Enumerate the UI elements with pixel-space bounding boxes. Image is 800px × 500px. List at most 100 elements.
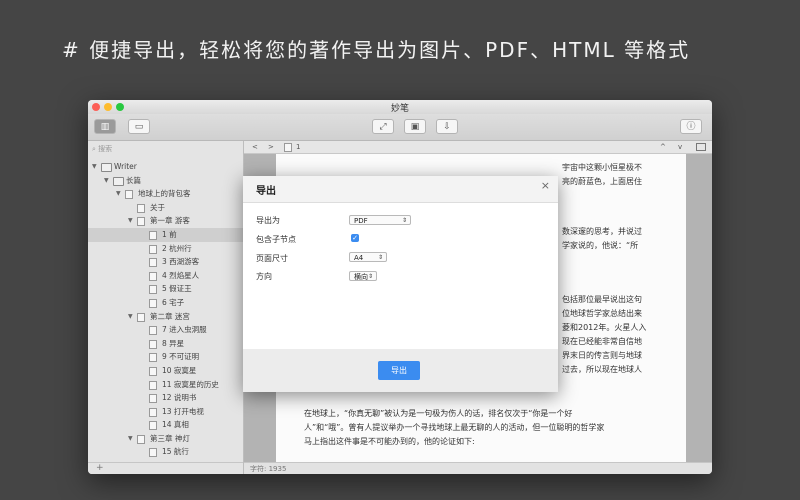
export-button[interactable]: 导出 [378,361,420,380]
tree-item-label: 15 航行 [162,447,189,457]
tree-item-label: 6 宅子 [162,297,185,307]
export-toolbar-button[interactable]: ⇩ [436,119,458,134]
sidebar-toggle-button[interactable]: ▥ [94,119,116,134]
tree-item[interactable]: 4 烈焰星人 [88,269,243,283]
tree-item[interactable]: 10 寂寞星 [88,364,243,378]
disclosure-triangle-icon[interactable]: ▼ [92,160,97,174]
add-item-button[interactable]: + [88,462,243,474]
export-format-value: PDF [354,217,368,225]
tree-item[interactable]: 13 打开电视 [88,405,243,419]
fullscreen-button[interactable]: ⤢ [372,119,394,134]
export-format-select[interactable]: PDF ⇕ [349,215,411,225]
tree-item-label: 第三章 神灯 [150,433,190,443]
document-icon [149,339,157,349]
disclosure-triangle-icon[interactable]: ▼ [104,174,109,188]
preview-button[interactable]: ▣ [404,119,426,134]
tree-item[interactable]: 1 前 [88,227,243,242]
tree-item[interactable]: 15 航行 [88,445,243,459]
tree-item[interactable]: 关于 [88,201,243,215]
document-icon [284,143,292,152]
document-icon [149,394,157,404]
document-icon [149,421,157,431]
document-icon [137,434,145,444]
chevron-updown-icon: ⇕ [367,273,373,280]
tree-item-label: 第二章 迷宫 [150,311,190,321]
preview-icon: ▣ [410,122,420,132]
tree-item-label: 14 真相 [162,420,189,430]
promo-headline: # 便捷导出，轻松将您的著作导出为图片、PDF、HTML 等格式 [62,38,691,62]
expand-icon: ⤢ [379,122,387,132]
tree-item-label: 5 假证王 [162,284,192,294]
editor-nav-bar: < > 1 ^ v [244,141,712,154]
tree-item-label: 4 烈焰星人 [162,270,200,280]
export-dialog: 导出 × 导出为 PDF ⇕ 包含子节点 ✓ 页面尺寸 A4 ⇕ 方向 横向 ⇕… [243,176,558,392]
tree-item-label: 第一章 游客 [150,216,190,226]
tree-item-label: 13 打开电视 [162,406,204,416]
orientation-select[interactable]: 横向 ⇕ [349,271,377,281]
tree-item-label: 2 杭州行 [162,243,192,253]
document-text-line: 包括那位最早说出这句 [562,295,642,304]
include-children-checkbox[interactable]: ✓ [351,234,359,242]
tree-item-label: 10 寂寞星 [162,365,197,375]
tree-item[interactable]: 6 宅子 [88,296,243,310]
document-text-line: 宇宙中这颗小恒星极不 [562,163,642,172]
page-size-select[interactable]: A4 ⇕ [349,252,387,262]
document-icon [137,203,145,213]
document-text-line: 菱和2012年。火星人入 [562,323,647,332]
close-icon[interactable]: × [541,179,550,192]
layout-icon[interactable] [696,143,706,151]
tree-item[interactable]: ▼ 第三章 神灯 [88,432,243,446]
tree-item[interactable]: 8 异星 [88,337,243,351]
document-icon [125,190,133,200]
disclosure-triangle-icon[interactable]: ▼ [128,214,133,228]
document-icon [149,407,157,417]
tree-item[interactable]: ▼ 第二章 迷宫 [88,310,243,324]
tree-item-label: 1 前 [162,229,177,239]
tree-item[interactable]: 2 杭州行 [88,242,243,256]
document-icon [137,312,145,322]
tree-item[interactable]: ▼ 第一章 游客 [88,214,243,228]
document-text-line: 在地球上，“你真无聊”被认为是一句极为伤人的话，排名仅次于“你是一个好 [304,409,573,418]
tree-item[interactable]: 11 寂寞星的历史 [88,378,243,392]
include-children-label: 包含子节点 [256,235,296,244]
forward-button[interactable]: > [268,141,274,153]
download-icon: ⇩ [443,122,451,132]
tree-item[interactable]: 3 西湖游客 [88,255,243,269]
tree-item[interactable]: ▼ Writer [88,160,243,174]
dialog-title: 导出 [256,186,276,197]
editor-mode-button[interactable]: ▭ [128,119,150,134]
document-icon [149,271,157,281]
checkmark-icon: ✓ [352,234,358,242]
info-icon: ⓘ [686,122,696,132]
scroll-down-button[interactable]: v [678,141,682,153]
panel-icon: ▭ [134,122,144,132]
scroll-up-button[interactable]: ^ [660,141,666,153]
tree-item[interactable]: ▼ 长篇 [88,174,243,188]
tree-item[interactable]: 9 不可证明 [88,350,243,364]
orientation-value: 横向 [354,273,368,281]
right-margin [686,154,712,462]
tree-item[interactable]: 14 真相 [88,418,243,432]
document-text-line: 学家说的，他说：“所 [562,241,639,250]
search-field[interactable]: ⌕ 搜索 [92,144,112,154]
tree-item[interactable]: ▼ 地球上的背包客 [88,187,243,201]
sidebar-icon: ▥ [100,122,110,132]
document-icon [149,326,157,336]
disclosure-triangle-icon[interactable]: ▼ [128,310,133,324]
tree-item-label: 8 异星 [162,338,185,348]
window-title: 妙笔 [390,104,409,114]
chevron-updown-icon: ⇕ [401,217,407,224]
back-button[interactable]: < [252,141,258,153]
disclosure-triangle-icon[interactable]: ▼ [116,187,121,201]
document-icon [149,258,157,268]
tree-item[interactable]: 12 说明书 [88,391,243,405]
tree-item-label: 地球上的背包客 [138,189,191,199]
tree-item[interactable]: 7 进入虫洞服 [88,323,243,337]
disclosure-triangle-icon[interactable]: ▼ [128,432,133,446]
orientation-label: 方向 [256,272,272,281]
document-tree: ▼ Writer ▼ 长篇 ▼ 地球上的背包客 关于 ▼ 第一章 游客 1 前 2 杭州行 3 西湖游… [88,160,243,459]
info-button[interactable]: ⓘ [680,119,702,134]
tree-item[interactable]: 5 假证王 [88,282,243,296]
document-icon [149,298,157,308]
document-icon [149,230,157,240]
